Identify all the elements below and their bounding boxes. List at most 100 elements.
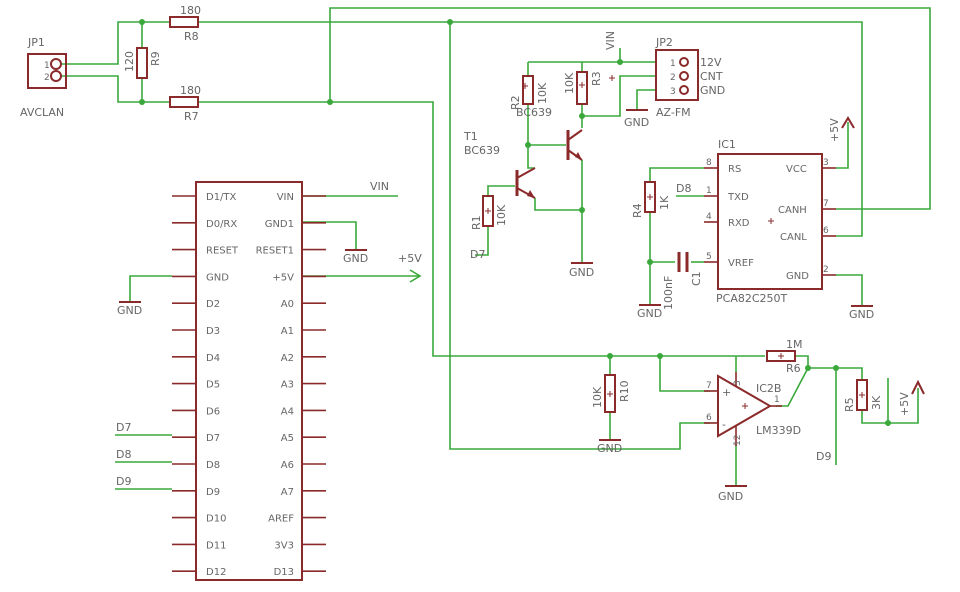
ic2-name: IC2B [756,382,781,395]
schematic-diagram: JP1 1 2 AVCLAN 180 R8 180 R7 1M R6 120 R… [20,4,931,581]
d9-label-arduino: D9 [116,475,131,488]
t2-value: BC639 [516,106,552,119]
arduino-left-pin-label: D3 [206,326,220,337]
jp2-pin2: 2 [670,73,676,83]
arduino-right-pin-label: +5V [272,272,294,283]
jp1-value: AVCLAN [20,106,64,119]
arduino-left-pin-label: D0/RX [206,219,237,230]
gnd-symbol: GND [637,304,662,320]
jp2-signal-3: GND [700,84,725,97]
gnd-symbol: GND [117,301,142,317]
r5-value: 3K [870,395,883,410]
gnd-symbol: GND [718,485,747,503]
arduino-right-pin-label: VIN [277,192,294,203]
ic1-pin-label: CANL [780,232,807,243]
d7-label-arduino: D7 [116,421,131,434]
jp1-pin1: 1 [44,61,50,71]
arduino-right-pin-label: RESET1 [256,246,294,257]
arduino-right-pin-label: 3V3 [274,540,294,551]
arduino-left-pin-label: D9 [206,487,220,498]
arduino-left-pin-label: D10 [206,514,226,525]
ic2-pin-inv: 6 [706,413,712,423]
resistor-r1: R1 10K [470,195,508,230]
resistor-r3: 10K R3 [563,71,603,105]
arduino-left-pin-label: RESET [206,246,239,257]
r2-value: 10K [536,82,549,104]
gnd-label: GND [624,116,649,129]
arduino-right-pin-label: D13 [274,567,294,578]
t1-name: T1 [463,130,478,143]
ic1-pin-label: RXD [728,218,750,229]
resistor-r2: R2 10K [509,75,549,110]
r6-name: R6 [786,362,801,375]
jp1-pin2: 2 [44,73,50,83]
c1-value: 100nF [662,276,675,310]
vin-label-top: VIN [604,31,617,50]
gnd-label: GND [718,490,743,503]
arduino-right-pin-label: A2 [281,353,294,364]
ic1-value: PCA82C250T [716,292,788,305]
vin-label: VIN [370,180,389,193]
ic2b-comparator: + - 7 6 1 3 12 IC2B LM339D [704,372,801,446]
ic1-pin-label: CANH [778,205,807,216]
resistor-r4: R4 1K [631,181,671,218]
jp2-name: JP2 [655,36,673,49]
capacitor-c1: C1 100nF [662,252,703,310]
transistor-t2: BC639 [516,106,583,161]
d8-label-arduino: D8 [116,448,131,461]
ic1-pin-label: RS [728,164,741,175]
arduino-left-pin-label: D5 [206,380,220,391]
arduino-left-pin-label: D6 [206,406,220,417]
arduino-right-pin-label: A4 [281,406,294,417]
arduino-board: D1/TX D0/RX RESET GND D2 D3 D4 D5 D6 D7 D8 D9 D10 D11… [172,181,326,581]
gnd-label: GND [343,252,368,265]
gnd-label: GND [637,307,662,320]
arduino-left-pin-label: D4 [206,353,220,364]
gnd-symbol: GND [569,262,594,279]
arduino-left-pin-label: D12 [206,567,226,578]
ic1-pin-label: GND [786,271,809,282]
arduino-left-pin-label: GND [206,272,229,283]
r3-name: R3 [590,71,603,86]
gnd-label: GND [849,308,874,321]
t1-value: BC639 [464,144,500,157]
ic1-pin-num: 4 [706,212,712,222]
arduino-right-pin-label: A1 [281,326,294,337]
arduino-left-pin-label: D1/TX [206,192,237,203]
transistor-t1: T1 BC639 [463,130,536,199]
ic1-pin-num: 2 [823,265,829,275]
ic1-pin-num: 1 [706,186,712,196]
wires [60,7,931,490]
jp2-pin3: 3 [670,87,676,97]
ic2-pin-vplus: 3 [733,380,743,386]
ic2-pin-noninv: 7 [706,381,712,391]
ic1-pin-num: 7 [823,199,829,209]
d7-label-r1: D7 [470,248,485,261]
r9-name: R9 [149,51,162,66]
ic1-name: IC1 [718,138,736,151]
ic1-pin-label: TXD [727,192,749,203]
gnd-symbols: GND GND GND GND GND GND GND GND [117,109,874,503]
r3-value: 10K [563,72,576,94]
gnd-label: GND [597,442,622,455]
arduino-right-pin-label: A5 [281,433,294,444]
jp2-signal-1: 12V [700,56,722,69]
ic1-pin-num: 8 [706,158,712,168]
d8-label-ic1: D8 [676,182,691,195]
r1-name: R1 [470,215,483,230]
plus5v-label-ic1: +5V [828,118,841,142]
ic1-pin-num: 3 [823,158,829,168]
d9-label-comp: D9 [816,450,831,463]
arduino-left-pin-label: D8 [206,460,220,471]
ic2-value: LM339D [756,424,801,437]
r4-value: 1K [658,195,671,210]
plus5v-label: +5V [398,252,422,265]
arduino-right-pin-label: A0 [281,299,294,310]
gnd-symbol: GND [343,249,368,265]
junctions [139,19,891,426]
ic1-pin-num: 6 [823,226,829,236]
resistor-r7: 180 R7 [169,84,201,123]
arduino-right-pin-label: AREF [268,514,294,525]
r1-value: 10K [495,204,508,226]
c1-name: C1 [690,271,703,286]
